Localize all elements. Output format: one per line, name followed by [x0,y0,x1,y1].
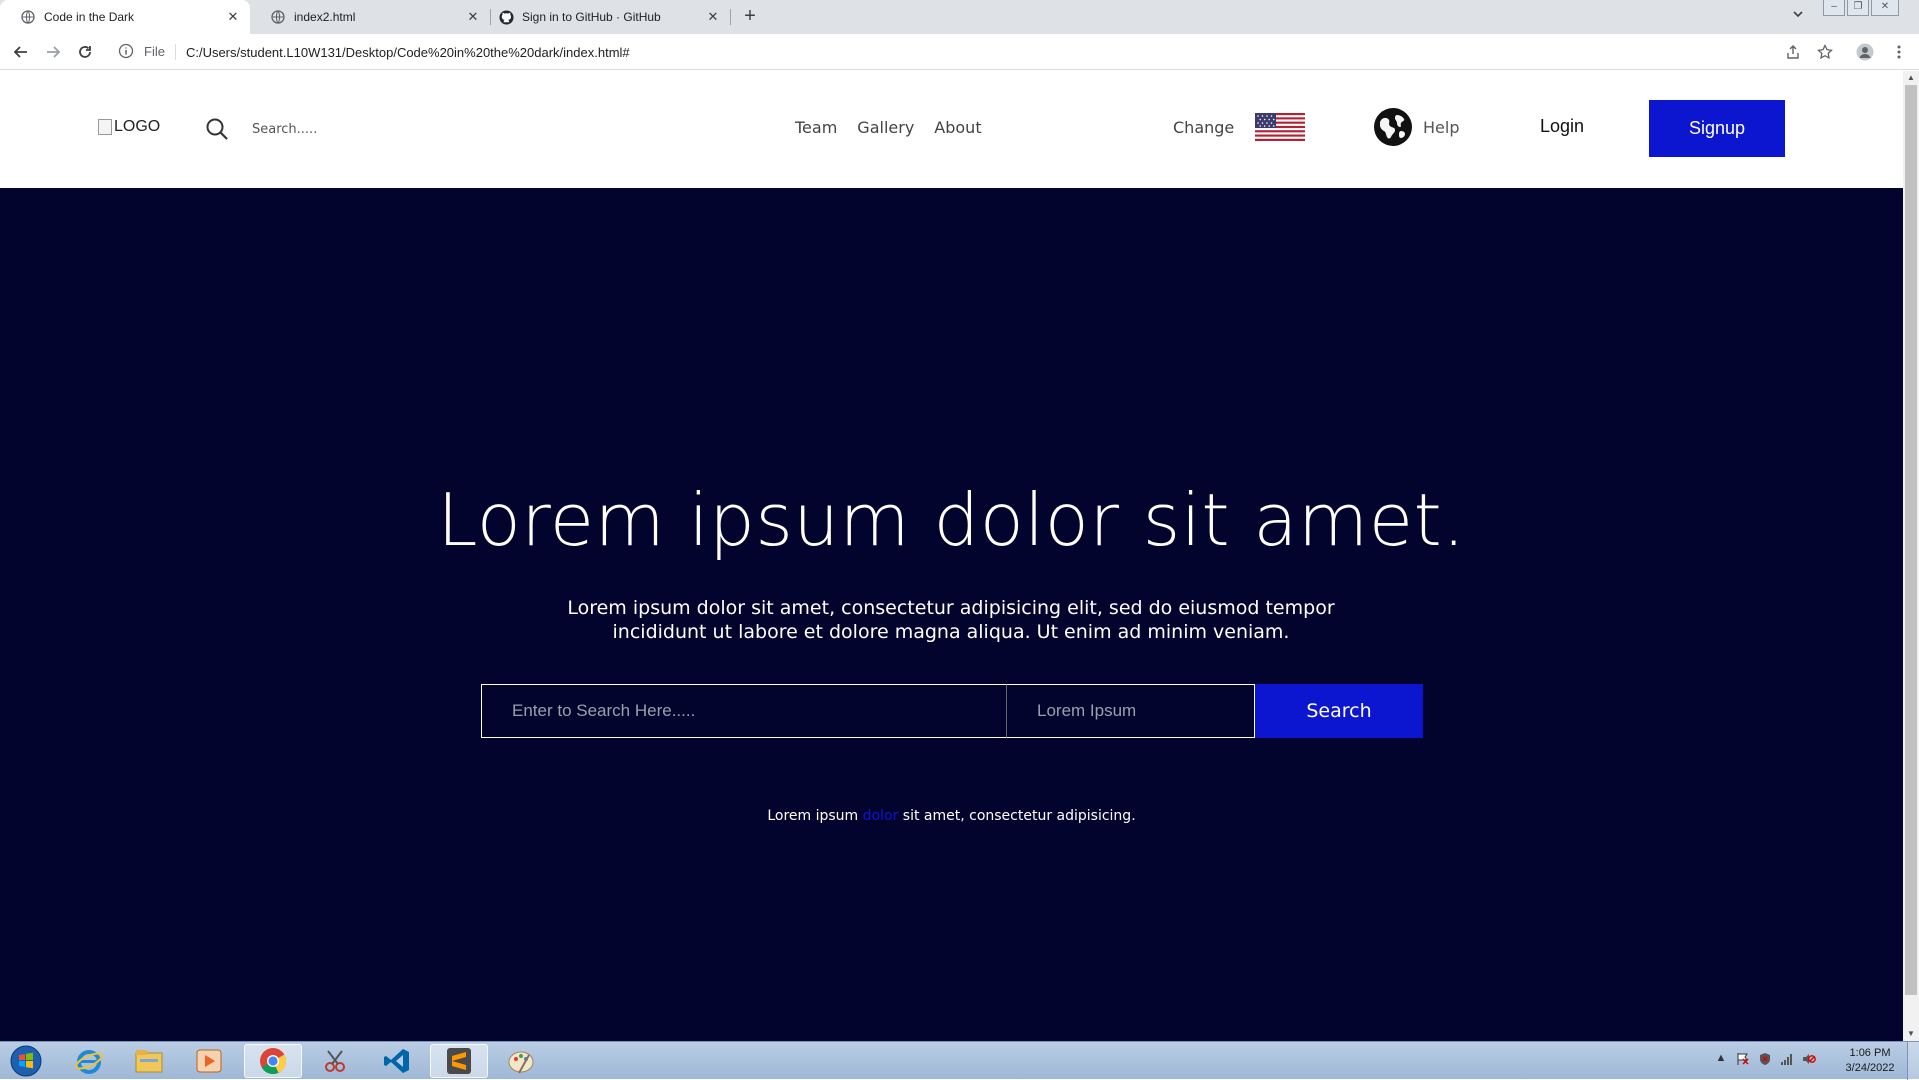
tab-close-icon[interactable]: ✕ [704,9,722,25]
action-center-flag-icon[interactable] [1736,1052,1750,1066]
site-header: LOGO Team Gallery About Change [0,71,1903,188]
close-window-button[interactable]: ✕ [1871,0,1899,16]
hero-title: Lorem ipsum dolor sit amet. [437,478,1466,562]
chrome-icon[interactable] [244,1044,302,1078]
reload-icon[interactable] [75,42,95,62]
hero-section: Lorem ipsum dolor sit amet. Lorem ipsum … [0,188,1903,1041]
broken-image-icon [98,119,112,135]
scheme-label: File [144,44,176,60]
hero-search-form: Search [481,684,1423,738]
signup-button[interactable]: Signup [1649,100,1785,157]
show-desktop-button[interactable] [1907,1042,1919,1080]
paint-icon[interactable] [492,1044,550,1078]
nav-link-team[interactable]: Team [795,118,837,137]
share-icon[interactable] [1784,43,1802,61]
info-icon[interactable] [118,43,136,61]
change-language-link[interactable]: Change [1173,118,1234,137]
tab-github[interactable]: Sign in to GitHub · GitHub ✕ [490,0,730,34]
page-scrollbar[interactable]: ▲ ▼ [1903,71,1919,1041]
hero-note-highlight[interactable]: dolor [863,808,899,824]
hero-search-button[interactable]: Search [1255,684,1423,738]
menu-kebab-icon[interactable] [1890,43,1908,61]
profile-avatar-icon[interactable] [1856,43,1874,61]
search-icon[interactable] [205,117,229,141]
us-flag-icon[interactable] [1255,113,1305,141]
network-signal-icon[interactable] [1780,1052,1794,1066]
main-nav: Team Gallery About [795,118,982,137]
taskbar-clock[interactable]: 1:06 PM 3/24/2022 [1835,1046,1905,1076]
globe-favicon-icon [270,9,286,25]
tab-close-icon[interactable]: ✕ [224,9,242,25]
help-link[interactable]: Help [1423,118,1459,137]
tab-close-icon[interactable]: ✕ [464,9,482,25]
back-arrow-icon[interactable] [11,42,31,62]
hero-note: Lorem ipsum dolor sit amet, consectetur … [0,808,1903,824]
logo-alt-text: LOGO [114,118,161,135]
globe-icon[interactable] [1373,107,1413,147]
start-button-icon[interactable] [4,1044,48,1078]
header-search-input[interactable] [252,118,392,140]
nav-link-about[interactable]: About [934,118,981,137]
scroll-down-arrow-icon[interactable]: ▼ [1903,1027,1919,1041]
browser-toolbar: File C:/Users/student.L10W131/Desktop/Co… [0,34,1919,70]
hero-note-end: sit amet, consectetur adipisicing. [898,808,1136,824]
clock-time: 1:06 PM [1849,1047,1891,1059]
tab-title: index2.html [294,10,356,24]
hero-subtitle: Lorem ipsum dolor sit amet, consectetur … [567,597,1335,643]
media-player-icon[interactable] [180,1044,238,1078]
forward-arrow-icon[interactable] [43,42,63,62]
tab-search-chevron-icon[interactable] [1792,8,1804,23]
minimize-window-button[interactable]: – [1823,0,1845,16]
globe-favicon-icon [20,9,36,25]
scroll-up-arrow-icon[interactable]: ▲ [1903,71,1919,85]
vscode-icon[interactable] [368,1044,426,1078]
snipping-tool-icon[interactable] [306,1044,364,1078]
system-tray: ▲ [1714,1052,1816,1066]
address-bar[interactable]: File C:/Users/student.L10W131/Desktop/Co… [108,38,1798,66]
tab-title: Sign in to GitHub · GitHub [522,10,661,24]
hero-note-start: Lorem ipsum [767,808,863,824]
show-hidden-icons-icon[interactable]: ▲ [1714,1052,1728,1066]
restore-window-button[interactable]: ❐ [1847,0,1869,16]
windows-taskbar: ▲ 1:06 PM 3/24/2022 [0,1041,1919,1080]
security-shield-icon[interactable] [1758,1052,1772,1066]
sublime-text-icon[interactable] [430,1044,488,1078]
nav-link-gallery[interactable]: Gallery [857,118,914,137]
tab-separator [730,9,731,25]
clock-date: 3/24/2022 [1845,1062,1895,1074]
bookmark-star-icon[interactable] [1816,43,1834,61]
url-text[interactable]: C:/Users/student.L10W131/Desktop/Code%20… [186,45,630,60]
new-tab-button[interactable]: + [739,6,761,28]
login-link[interactable]: Login [1540,116,1584,137]
logo[interactable]: LOGO [98,118,160,136]
scrollbar-thumb[interactable] [1905,85,1917,995]
file-explorer-icon[interactable] [120,1044,178,1078]
tab-title: Code in the Dark [44,10,135,24]
internet-explorer-icon[interactable] [60,1044,118,1078]
tab-index2[interactable]: index2.html ✕ [250,0,490,34]
browser-tab-bar: Code in the Dark ✕ index2.html ✕ Sign in… [0,0,1919,34]
hero-search-input[interactable] [481,684,1007,738]
volume-muted-icon[interactable] [1802,1052,1816,1066]
hero-location-input[interactable] [1007,684,1255,738]
github-favicon-icon [498,9,514,25]
web-page: LOGO Team Gallery About Change [0,71,1903,1041]
tab-code-in-the-dark[interactable]: Code in the Dark ✕ [0,0,250,34]
